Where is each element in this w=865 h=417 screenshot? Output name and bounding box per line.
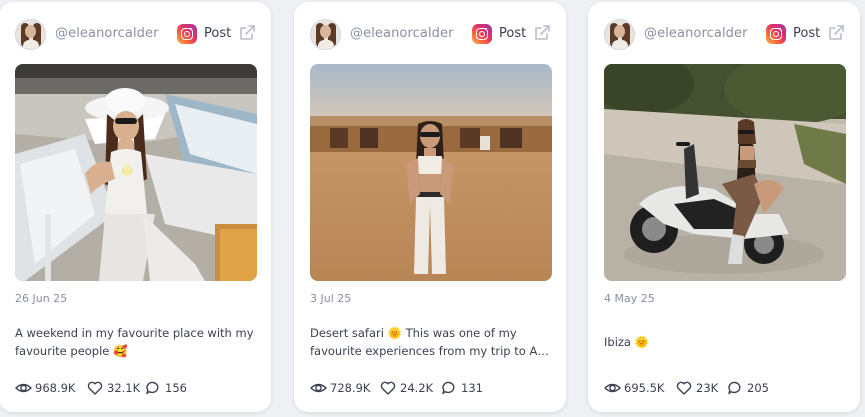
- likes-count: 23K: [696, 381, 719, 395]
- post-caption: Desert safari 🌞 This was one of my favou…: [310, 324, 550, 360]
- external-link-icon[interactable]: [533, 24, 551, 42]
- caption-line: A weekend in my favourite place with my: [15, 326, 254, 340]
- post-card[interactable]: @eleanorcalder Post: [588, 2, 860, 412]
- post-image[interactable]: [15, 64, 257, 281]
- post-date: 4 May 25: [604, 292, 655, 305]
- post-card-header: @eleanorcalder Post: [15, 19, 255, 53]
- external-link-icon[interactable]: [238, 24, 256, 42]
- caption-line: favourite people 🥰: [15, 344, 128, 358]
- views-count: 695.5K: [624, 381, 665, 395]
- views-count: 968.9K: [35, 381, 76, 395]
- post-date: 26 Jun 25: [15, 292, 68, 305]
- avatar[interactable]: [15, 19, 46, 50]
- instagram-icon: [766, 24, 786, 44]
- post-card[interactable]: @eleanorcalder Post: [294, 2, 566, 412]
- comments-count: 131: [461, 381, 483, 395]
- eye-icon: [604, 383, 621, 393]
- caption-line: Ibiza 🌞: [604, 335, 649, 349]
- post-card-header: @eleanorcalder Post: [310, 19, 550, 53]
- post-date: 3 Jul 25: [310, 292, 352, 305]
- post-card-header: @eleanorcalder Post: [604, 19, 844, 53]
- username[interactable]: @eleanorcalder: [55, 26, 159, 41]
- post-card[interactable]: @eleanorcalder Post: [0, 2, 271, 412]
- username[interactable]: @eleanorcalder: [644, 26, 748, 41]
- caption-line: favourite experiences from my trip to Ab…: [310, 344, 550, 358]
- heart-icon: [87, 381, 103, 395]
- post-type-label: Post: [204, 26, 232, 41]
- heart-icon: [676, 381, 692, 395]
- post-image[interactable]: [310, 64, 552, 281]
- post-type-label: Post: [793, 26, 821, 41]
- external-link-icon[interactable]: [827, 24, 845, 42]
- likes-count: 32.1K: [107, 381, 141, 395]
- likes-count: 24.2K: [400, 381, 434, 395]
- avatar[interactable]: [604, 19, 635, 50]
- comments-count: 156: [165, 381, 187, 395]
- username[interactable]: @eleanorcalder: [350, 26, 454, 41]
- comment-icon: [146, 381, 159, 395]
- post-caption: Ibiza 🌞: [604, 324, 844, 351]
- heart-icon: [380, 381, 396, 395]
- post-caption: A weekend in my favourite place with my …: [15, 324, 255, 360]
- comments-count: 205: [747, 381, 769, 395]
- instagram-icon: [177, 24, 197, 44]
- caption-line: Desert safari 🌞 This was one of my: [310, 326, 517, 340]
- comment-icon: [442, 381, 455, 395]
- avatar[interactable]: [310, 19, 341, 50]
- eye-icon: [15, 383, 32, 393]
- comment-icon: [728, 381, 741, 395]
- post-image[interactable]: [604, 64, 846, 281]
- views-count: 728.9K: [330, 381, 371, 395]
- eye-icon: [310, 383, 327, 393]
- post-type-label: Post: [499, 26, 527, 41]
- instagram-icon: [472, 24, 492, 44]
